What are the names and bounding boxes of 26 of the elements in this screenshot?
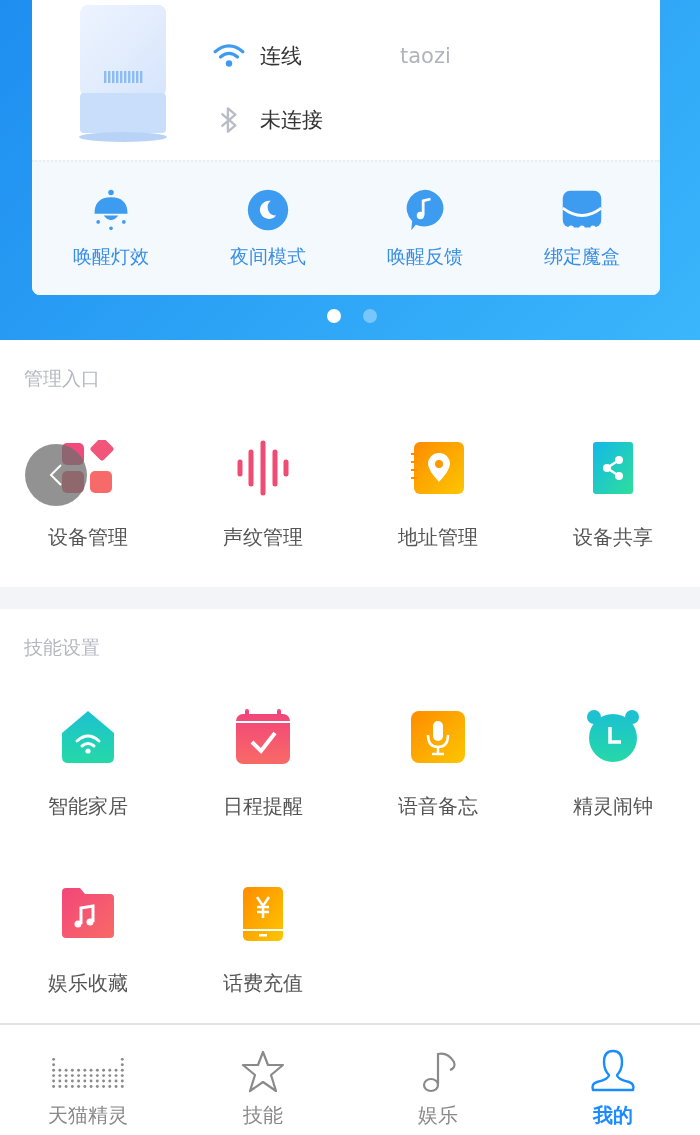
menu-item[interactable]: 话费充值	[175, 886, 350, 997]
tab[interactable]: 技能	[175, 1025, 350, 1135]
menu-item[interactable]: 日程提醒	[175, 709, 350, 820]
network-name: taozi	[400, 44, 451, 68]
menu-item[interactable]: 智能家居	[0, 709, 175, 820]
moon-icon	[245, 187, 290, 232]
location-book-icon	[409, 440, 466, 496]
calendar-check-icon	[234, 709, 291, 765]
connection-status: 连线	[260, 43, 303, 70]
menu-item[interactable]: 娱乐收藏	[0, 886, 175, 997]
chevron-left-icon	[49, 463, 63, 487]
smart-home-icon	[59, 709, 116, 765]
menu-item[interactable]: 设备共享	[525, 440, 700, 551]
menu-item[interactable]: 精灵闹钟	[525, 709, 700, 820]
microphone-icon	[409, 709, 466, 765]
tab[interactable]: 天猫精灵	[0, 1025, 175, 1135]
page-dot[interactable]	[327, 309, 341, 323]
menu-item[interactable]: 声纹管理	[175, 440, 350, 551]
alarm-clock-icon	[584, 709, 641, 765]
page-dot[interactable]	[363, 309, 377, 323]
menu-item[interactable]: 地址管理	[350, 440, 525, 551]
tab[interactable]: 娱乐	[350, 1025, 525, 1135]
section-title: 技能设置	[23, 635, 101, 660]
connection-status: 未连接	[260, 107, 324, 134]
section-title: 管理入口	[23, 366, 101, 391]
menu-item[interactable]: 语音备忘	[350, 709, 525, 820]
